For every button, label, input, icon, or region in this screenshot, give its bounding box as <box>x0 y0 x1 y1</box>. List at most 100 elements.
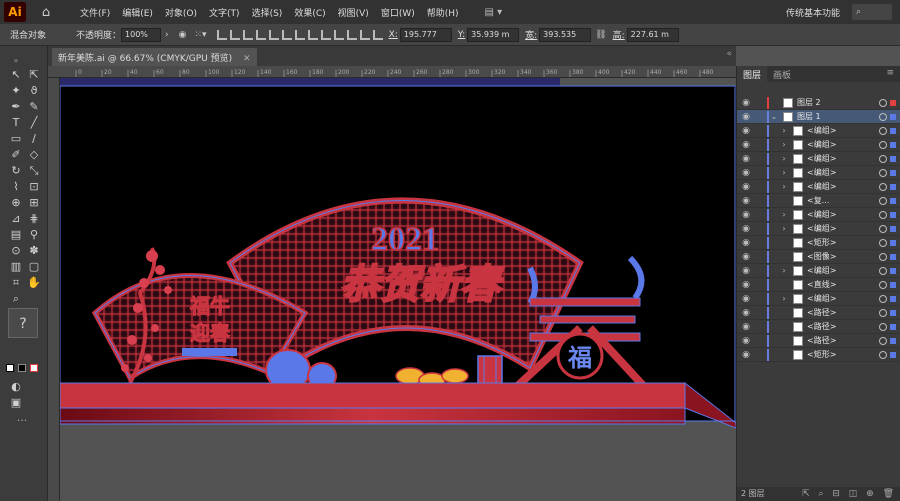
distribute-left-icon[interactable] <box>333 29 344 40</box>
shaper-tool-icon[interactable]: ✐ <box>8 148 24 162</box>
align-to-icon[interactable] <box>372 29 383 40</box>
layer-name[interactable]: <图像> <box>807 251 879 262</box>
target-icon[interactable] <box>879 336 887 345</box>
target-icon[interactable] <box>879 224 887 233</box>
layer-row[interactable]: ◉ <直线> <box>737 278 900 292</box>
free-transform-tool-icon[interactable]: ⊡ <box>26 180 42 194</box>
visibility-eye-icon[interactable]: ◉ <box>739 308 753 318</box>
visibility-eye-icon[interactable]: ◉ <box>739 210 753 220</box>
rectangle-tool-icon[interactable]: ▭ <box>8 132 24 146</box>
panel-collapse-icon[interactable]: « <box>726 49 732 59</box>
lasso-tool-icon[interactable]: ϑ <box>26 84 42 98</box>
zoom-tool-icon[interactable]: ⌕ <box>8 292 24 306</box>
selection-indicator[interactable] <box>890 99 896 106</box>
recolor-icon[interactable]: ◉ <box>179 30 187 40</box>
expand-arrow-icon[interactable]: › <box>779 182 789 191</box>
document-tab[interactable]: 新年美陈.ai @ 66.67% (CMYK/GPU 预览) ✕ <box>52 48 257 66</box>
layer-name[interactable]: 图层 1 <box>797 111 879 122</box>
panel-menu-icon[interactable]: ≡ <box>880 66 900 82</box>
target-icon[interactable] <box>879 154 887 163</box>
eyedropper-tool-icon[interactable]: ⚲ <box>26 228 42 242</box>
menu-object[interactable]: 对象(O) <box>159 6 203 19</box>
target-icon[interactable] <box>879 322 887 331</box>
layer-row[interactable]: ◉ ⌄ 图层 1 <box>737 110 900 124</box>
blend-tool-icon[interactable]: ⊙ <box>8 244 24 258</box>
visibility-eye-icon[interactable]: ◉ <box>739 126 753 136</box>
type-tool-icon[interactable]: T <box>8 116 24 130</box>
layer-name[interactable]: <编组> <box>807 167 879 178</box>
align-left-icon[interactable] <box>216 29 227 40</box>
year-text[interactable]: 2021 <box>370 220 440 259</box>
layer-row[interactable]: ◉ <路径> <box>737 306 900 320</box>
distribute-top-icon[interactable] <box>294 29 305 40</box>
expand-arrow-icon[interactable]: › <box>779 266 789 275</box>
layer-name[interactable]: <直线> <box>807 279 879 290</box>
more-tools-icon[interactable]: ··· <box>14 414 30 428</box>
layer-name[interactable]: <编组> <box>807 153 879 164</box>
horizontal-ruler[interactable]: 0 20 40 60 80 100 120 140 160 180 200 220 240 260 280 3… <box>48 66 736 78</box>
line-tool-icon[interactable]: ╱ <box>26 116 42 130</box>
opacity-input[interactable]: 100% <box>121 27 162 42</box>
layer-row[interactable]: ◉ › <编组> <box>737 124 900 138</box>
align-middle-icon[interactable] <box>268 29 279 40</box>
selection-indicator[interactable] <box>890 295 896 302</box>
slice-tool-icon[interactable]: ⌗ <box>8 276 24 290</box>
visibility-eye-icon[interactable]: ◉ <box>739 98 753 108</box>
selection-indicator[interactable] <box>890 323 896 330</box>
visibility-eye-icon[interactable]: ◉ <box>739 224 753 234</box>
selection-indicator[interactable] <box>890 113 896 120</box>
target-icon[interactable] <box>879 280 887 289</box>
target-icon[interactable] <box>879 308 887 317</box>
distribute-center-icon[interactable] <box>346 29 357 40</box>
stroke-color-icon[interactable] <box>18 364 26 372</box>
eraser-tool-icon[interactable]: ◇ <box>26 148 42 162</box>
height-input[interactable]: 227.61 m <box>626 27 679 42</box>
expand-arrow-icon[interactable]: › <box>779 140 789 149</box>
curvature-tool-icon[interactable]: ✎ <box>26 100 42 114</box>
vertical-ruler[interactable] <box>48 78 60 501</box>
none-color-icon[interactable] <box>30 364 38 372</box>
pen-tool-icon[interactable]: ✒ <box>8 100 24 114</box>
layer-row[interactable]: ◉ › <编组> <box>737 152 900 166</box>
visibility-eye-icon[interactable]: ◉ <box>739 154 753 164</box>
visibility-eye-icon[interactable]: ◉ <box>739 182 753 192</box>
workspace-switcher[interactable]: 传统基本功能 <box>786 6 840 19</box>
artboard-tool-icon[interactable]: ▢ <box>26 260 42 274</box>
visibility-eye-icon[interactable]: ◉ <box>739 294 753 304</box>
scale-tool-icon[interactable]: ⤡ <box>26 164 42 178</box>
selection-indicator[interactable] <box>890 239 896 246</box>
distribute-bottom-icon[interactable] <box>320 29 331 40</box>
link-icon[interactable]: ⛓ <box>595 30 606 40</box>
selection-tool-icon[interactable]: ↖ <box>8 68 24 82</box>
target-icon[interactable] <box>879 126 887 135</box>
panel-footer-icons[interactable]: ⇱ ⌕ ⊟ ◫ ⊕ 🗑 <box>802 487 897 501</box>
screen-mode-icon[interactable]: ▣ <box>8 396 24 410</box>
layer-name[interactable]: <矩形> <box>807 349 879 360</box>
menu-type[interactable]: 文字(T) <box>203 6 246 19</box>
target-icon[interactable] <box>879 196 887 205</box>
x-input[interactable]: 195.777 <box>399 27 452 42</box>
target-icon[interactable] <box>879 98 887 107</box>
menu-window[interactable]: 窗口(W) <box>375 6 421 19</box>
layer-row[interactable]: ◉ › <编组> <box>737 264 900 278</box>
selection-indicator[interactable] <box>890 267 896 274</box>
expand-arrow-icon[interactable]: › <box>779 210 789 219</box>
layer-row[interactable]: ◉ 图层 2 <box>737 96 900 110</box>
layer-row[interactable]: ◉ <图像> <box>737 250 900 264</box>
layer-name[interactable]: <编组> <box>807 181 879 192</box>
shape-builder-tool-icon[interactable]: ⊕ <box>8 196 24 210</box>
layer-name[interactable]: 图层 2 <box>797 97 879 108</box>
grid-icon[interactable]: ⁙▾ <box>195 30 207 40</box>
layer-name[interactable]: <复... <box>807 195 879 206</box>
selection-indicator[interactable] <box>890 253 896 260</box>
firecracker[interactable] <box>477 355 503 385</box>
target-icon[interactable] <box>879 266 887 275</box>
visibility-eye-icon[interactable]: ◉ <box>739 140 753 150</box>
fill-color-icon[interactable] <box>6 364 14 372</box>
selection-indicator[interactable] <box>890 211 896 218</box>
menu-effect[interactable]: 效果(C) <box>288 6 331 19</box>
layer-row[interactable]: ◉ › <编组> <box>737 138 900 152</box>
align-right-icon[interactable] <box>242 29 253 40</box>
arrange-documents-icon[interactable]: ▤ ▾ <box>485 7 503 18</box>
menu-select[interactable]: 选择(S) <box>246 6 289 19</box>
